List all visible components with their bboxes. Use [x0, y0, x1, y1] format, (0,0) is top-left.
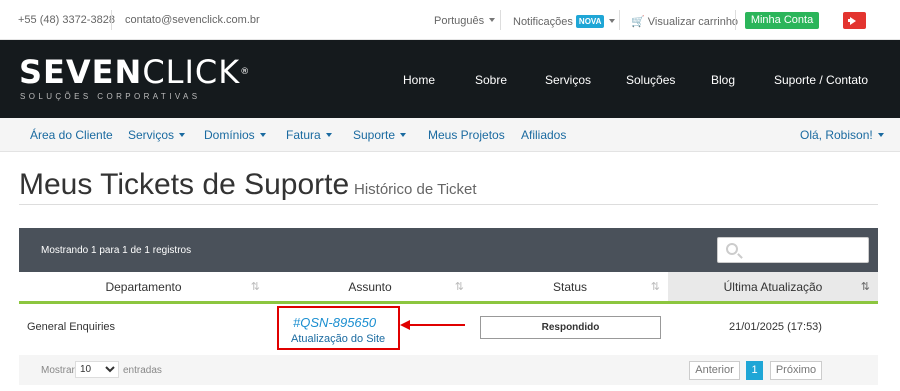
chevron-down-icon	[179, 133, 186, 137]
nav-home[interactable]: Home	[403, 73, 435, 87]
my-account-button[interactable]: Minha Conta	[745, 12, 819, 29]
row-department: General Enquiries	[27, 321, 116, 333]
entries-select[interactable]: 10	[75, 361, 119, 378]
logo[interactable]: SEVENCLICK®	[19, 56, 250, 88]
chevron-down-icon	[609, 19, 616, 23]
chevron-down-icon	[325, 133, 332, 137]
table-row[interactable]: General Enquiries #QSN-895650 Atualizaçã…	[19, 305, 878, 352]
chevron-down-icon	[877, 133, 884, 137]
chevron-down-icon	[400, 133, 407, 137]
column-ultima-atualizacao[interactable]: Última Atualização ⇅	[668, 272, 878, 304]
table-footer: Mostrar 10 entradas Anterior 1 Próximo	[19, 355, 878, 385]
column-status[interactable]: Status ⇅	[472, 272, 668, 304]
client-nav: Área do Cliente Serviços Domínios Fatura…	[0, 118, 900, 152]
top-bar: +55 (48) 3372-3828 contato@sevenclick.co…	[0, 0, 900, 40]
subnav-servicos[interactable]: Serviços	[128, 128, 186, 142]
email-link[interactable]: contato@sevenclick.com.br	[125, 14, 260, 26]
new-badge: NOVA	[575, 15, 605, 28]
divider	[19, 204, 878, 205]
page-1-button[interactable]: 1	[746, 361, 763, 380]
show-label: Mostrar	[41, 365, 75, 376]
cart-link[interactable]: 🛒 Visualizar carrinho	[631, 15, 738, 28]
nav-solucoes[interactable]: Soluções	[626, 73, 675, 87]
ticket-id-link[interactable]: #QSN-895650	[293, 315, 376, 330]
cart-label: Visualizar carrinho	[647, 16, 739, 28]
column-departamento[interactable]: Departamento ⇅	[19, 272, 268, 304]
highlight-box: #QSN-895650 Atualização do Site	[277, 306, 400, 350]
divider	[111, 10, 112, 30]
subnav-afiliados[interactable]: Afiliados	[521, 128, 566, 142]
table-toolbar: Mostrando 1 para 1 de 1 registros	[19, 228, 878, 272]
entries-label: entradas	[123, 365, 162, 376]
search-icon	[726, 243, 738, 255]
main-header: SEVENCLICK® SOLUÇÕES CORPORATIVAS Home S…	[0, 40, 900, 118]
sort-icon: ⇅	[650, 281, 660, 293]
subnav-dominios[interactable]: Domínios	[204, 128, 266, 142]
page-subtitle: Histórico de Ticket	[354, 181, 477, 198]
subnav-suporte[interactable]: Suporte	[353, 128, 407, 142]
status-badge: Respondido	[480, 316, 661, 339]
cart-icon: 🛒	[631, 16, 645, 28]
notifications-dropdown[interactable]: Notificações NOVA	[513, 15, 616, 28]
nav-servicos[interactable]: Serviços	[545, 73, 591, 87]
records-info: Mostrando 1 para 1 de 1 registros	[41, 245, 192, 256]
chevron-down-icon	[489, 18, 496, 22]
phone-number: +55 (48) 3372-3828	[18, 14, 115, 26]
notifications-label: Notificações	[513, 16, 573, 28]
sort-icon: ⇅	[454, 281, 464, 293]
chevron-down-icon	[259, 133, 266, 137]
divider	[735, 10, 736, 30]
page-title: Meus Tickets de Suporte	[19, 168, 350, 201]
divider	[619, 10, 620, 30]
subnav-area-cliente[interactable]: Área do Cliente	[30, 128, 113, 142]
nav-blog[interactable]: Blog	[711, 73, 735, 87]
nav-sobre[interactable]: Sobre	[475, 73, 507, 87]
logo-tagline: SOLUÇÕES CORPORATIVAS	[20, 92, 201, 101]
sort-icon: ⇅	[250, 281, 260, 293]
subnav-meus-projetos[interactable]: Meus Projetos	[428, 128, 505, 142]
divider	[500, 10, 501, 30]
ticket-subject-link[interactable]: Atualização do Site	[291, 333, 385, 345]
user-menu[interactable]: Olá, Robison!	[800, 128, 884, 142]
nav-suporte-contato[interactable]: Suporte / Contato	[774, 73, 868, 87]
language-dropdown[interactable]: Português	[434, 15, 496, 27]
arrow-left-icon	[400, 320, 410, 330]
subnav-fatura[interactable]: Fatura	[286, 128, 332, 142]
sort-desc-icon: ⇅	[860, 281, 870, 293]
next-page-button[interactable]: Próximo	[770, 361, 822, 380]
logout-button[interactable]	[843, 12, 866, 29]
column-assunto[interactable]: Assunto ⇅	[268, 272, 472, 304]
search-input[interactable]	[717, 237, 869, 263]
prev-page-button[interactable]: Anterior	[689, 361, 740, 380]
row-last-updated: 21/01/2025 (17:53)	[729, 321, 822, 333]
language-label: Português	[434, 15, 485, 27]
annotation-arrow	[409, 324, 465, 326]
table-header: Departamento ⇅ Assunto ⇅ Status ⇅ Última At…	[19, 272, 878, 304]
